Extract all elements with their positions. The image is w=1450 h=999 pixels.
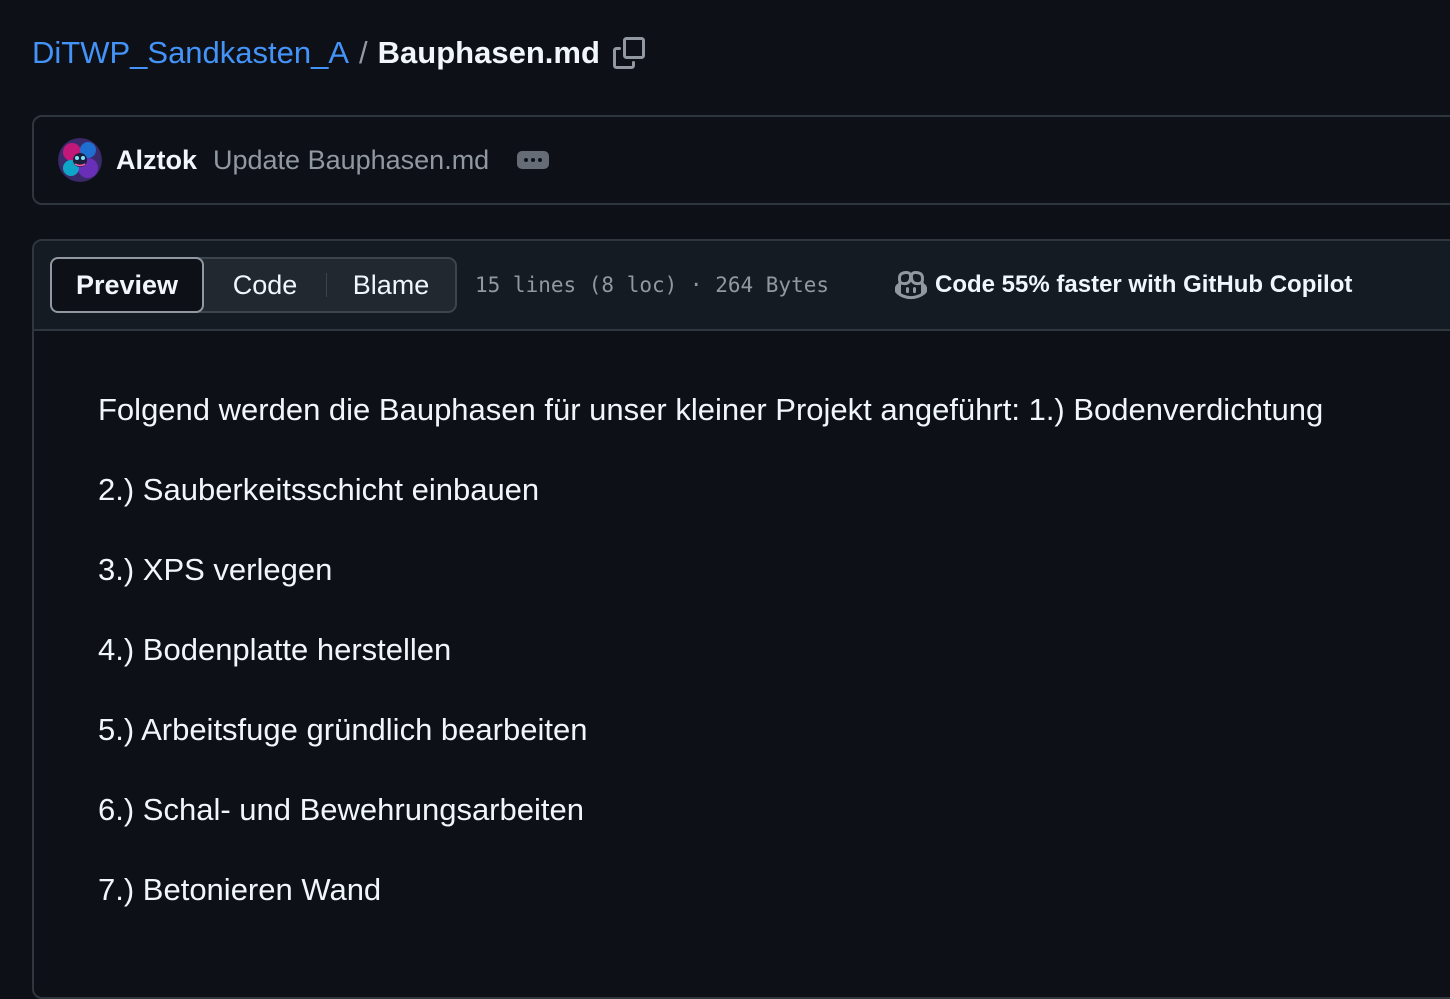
file-viewer: Preview Code Blame 15 lines (8 loc) · 26… — [32, 239, 1450, 999]
markdown-paragraph: 3.) XPS verlegen — [98, 552, 333, 587]
file-size-info: 15 lines (8 loc) · 264 Bytes — [475, 273, 830, 297]
markdown-content: Folgend werden die Bauphasen für unser k… — [34, 331, 1450, 913]
latest-commit-box: Alztok Update Bauphasen.md — [32, 115, 1450, 205]
tab-code[interactable]: Code — [204, 259, 326, 311]
commit-author-link[interactable]: Alztok — [116, 145, 197, 176]
commit-message-link[interactable]: Update Bauphasen.md — [213, 145, 489, 176]
breadcrumb-file-name: Bauphasen.md — [377, 35, 600, 70]
view-mode-switcher: Preview Code Blame — [50, 257, 457, 313]
markdown-paragraph: 7.) Betonieren Wand — [98, 872, 382, 907]
copy-path-button[interactable] — [612, 36, 646, 70]
file-header: Preview Code Blame 15 lines (8 loc) · 26… — [34, 241, 1450, 331]
copy-icon — [612, 37, 645, 69]
markdown-paragraph: 2.) Sauberkeitsschicht einbauen — [98, 472, 540, 507]
copilot-promo-link[interactable]: Code 55% faster with GitHub Copilot — [895, 269, 1352, 301]
copilot-icon — [895, 270, 928, 300]
markdown-paragraph: 4.) Bodenplatte herstellen — [98, 632, 452, 667]
markdown-paragraph: 5.) Arbeitsfuge gründlich bearbeiten — [98, 712, 588, 747]
tab-preview[interactable]: Preview — [50, 257, 204, 313]
breadcrumb-repo-link[interactable]: DiTWP_Sandkasten_A — [32, 30, 349, 76]
breadcrumb-separator: / — [359, 35, 368, 70]
tab-blame[interactable]: Blame — [327, 259, 455, 311]
avatar[interactable] — [58, 138, 102, 182]
ellipsis-icon[interactable] — [517, 151, 550, 169]
markdown-paragraph: Folgend werden die Bauphasen für unser k… — [98, 392, 1324, 427]
markdown-paragraph: 6.) Schal- und Bewehrungsarbeiten — [98, 792, 584, 827]
breadcrumb: DiTWP_Sandkasten_A / Bauphasen.md — [32, 30, 646, 76]
copilot-promo-label: Code 55% faster with GitHub Copilot — [935, 271, 1353, 298]
